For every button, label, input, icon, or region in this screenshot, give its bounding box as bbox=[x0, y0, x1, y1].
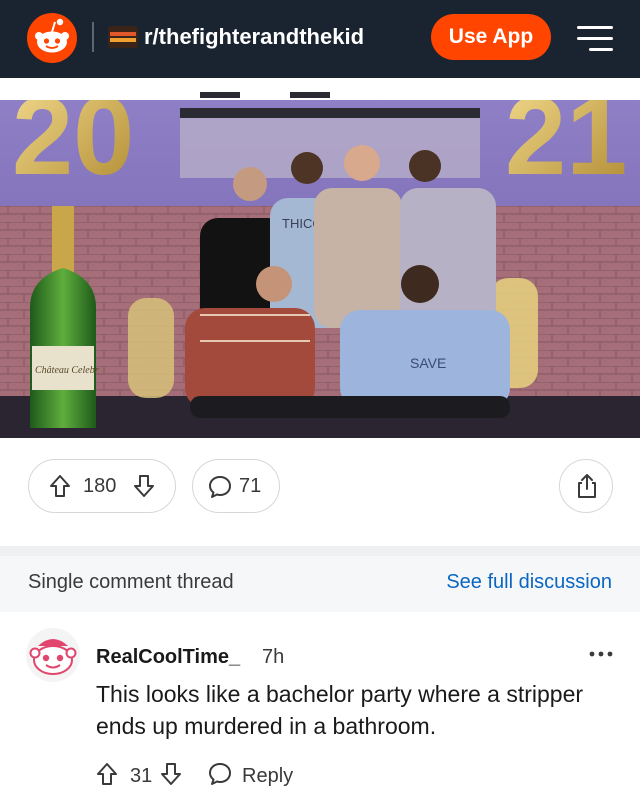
comment-author[interactable]: RealCoolTime_ bbox=[96, 645, 240, 669]
top-navigation-bar: r/thefighterandthekid Use App bbox=[0, 0, 640, 78]
post-vote-pill: 180 bbox=[28, 459, 176, 513]
upvote-arrow-icon[interactable] bbox=[49, 474, 71, 498]
reply-button[interactable]: Reply bbox=[242, 764, 293, 788]
share-button[interactable] bbox=[559, 459, 613, 513]
header-divider bbox=[92, 22, 94, 52]
post-comments-button[interactable]: 71 bbox=[192, 459, 280, 513]
reddit-logo-icon[interactable] bbox=[27, 13, 77, 63]
use-app-button[interactable]: Use App bbox=[431, 14, 551, 60]
comment-upvote-icon[interactable] bbox=[96, 762, 118, 786]
comment-body: This looks like a bachelor party where a… bbox=[96, 681, 584, 739]
subreddit-name[interactable]: r/thefighterandthekid bbox=[144, 24, 364, 50]
comment-bubble-icon bbox=[209, 476, 231, 498]
avatar[interactable] bbox=[26, 628, 80, 682]
downvote-arrow-icon[interactable] bbox=[133, 474, 155, 498]
reply-bubble-icon[interactable] bbox=[206, 761, 234, 787]
thread-label: Single comment thread bbox=[28, 571, 234, 593]
more-options-icon[interactable] bbox=[588, 644, 614, 664]
see-full-discussion-link[interactable]: See full discussion bbox=[446, 570, 612, 594]
subreddit-icon[interactable] bbox=[108, 26, 138, 48]
post-comment-count: 71 bbox=[239, 475, 262, 497]
section-gap bbox=[0, 546, 640, 556]
hoodie-text: SAVE bbox=[410, 355, 446, 371]
comment-downvote-icon[interactable] bbox=[160, 762, 182, 786]
comment: RealCoolTime_ 7h This looks like a bache… bbox=[0, 612, 640, 812]
share-icon bbox=[578, 474, 596, 498]
comment-time: 7h bbox=[262, 646, 285, 668]
post-score: 180 bbox=[83, 475, 117, 497]
bottle-label-text: Château Celebr bbox=[35, 365, 99, 376]
thread-bar: Single comment thread See full discussio… bbox=[0, 556, 640, 613]
hamburger-menu-icon[interactable] bbox=[577, 22, 613, 54]
comment-score: 31 bbox=[130, 765, 153, 787]
post-image[interactable]: 20 21 Château Celebr THICC BOY SAVE bbox=[0, 78, 640, 438]
